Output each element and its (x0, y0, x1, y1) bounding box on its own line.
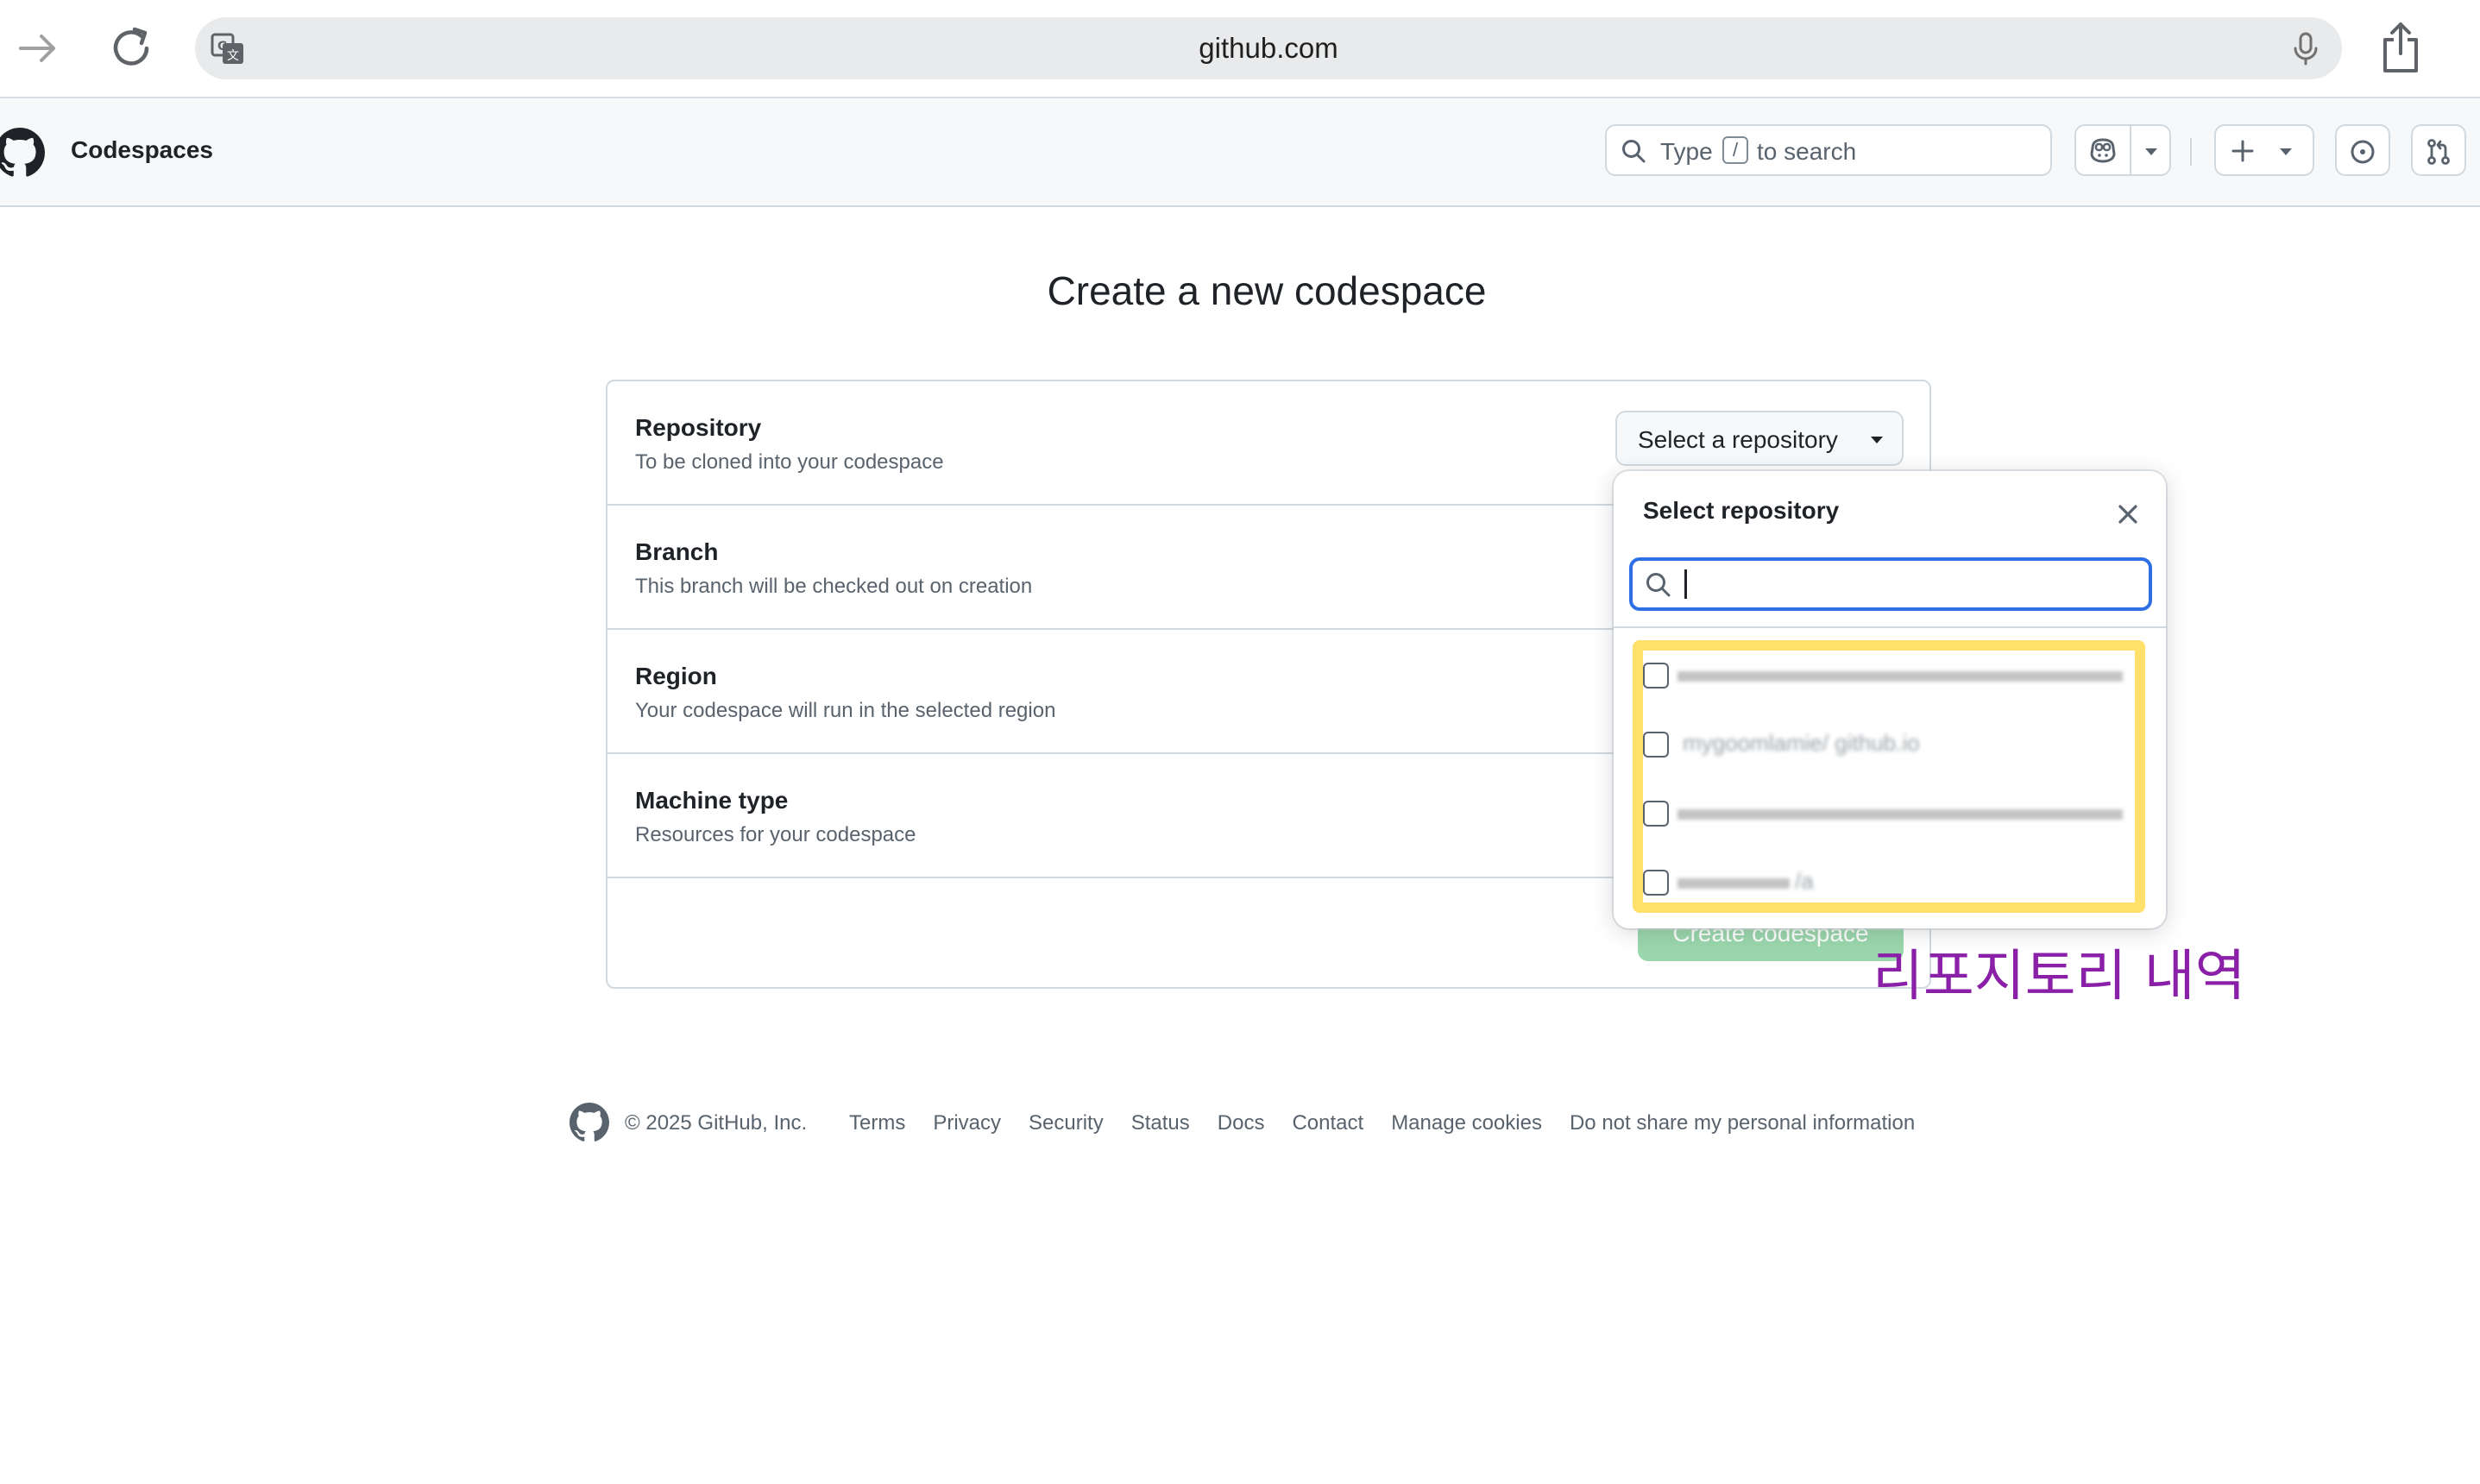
forward-icon[interactable] (16, 26, 60, 71)
footer-link-contact[interactable]: Contact (1292, 1111, 1363, 1135)
github-header: Codespaces Type / to search (0, 98, 2480, 207)
machine-type-label: Machine type (635, 787, 789, 814)
microphone-icon[interactable] (2290, 31, 2321, 66)
footer-link-terms[interactable]: Terms (849, 1111, 905, 1135)
footer-link-status[interactable]: Status (1131, 1111, 1190, 1135)
url-text: github.com (1199, 32, 1338, 64)
pull-request-icon (2427, 139, 2450, 165)
repository-description: To be cloned into your codespace (635, 450, 944, 474)
share-icon[interactable] (2378, 21, 2423, 74)
branch-description: This branch will be checked out on creat… (635, 575, 1033, 598)
page-context-title[interactable]: Codespaces (71, 136, 213, 164)
region-label: Region (635, 663, 717, 689)
footer-copyright: © 2025 GitHub, Inc. (625, 1111, 808, 1135)
address-bar[interactable]: G 文 github.com (195, 17, 2342, 79)
issue-opened-icon (2351, 140, 2375, 164)
select-repository-label: Select a repository (1638, 426, 1838, 453)
repository-label: Repository (635, 414, 762, 441)
create-new-button[interactable] (2214, 124, 2314, 176)
search-placeholder-suffix: to search (1757, 138, 1857, 165)
search-shortcut-key: / (1722, 136, 1748, 164)
select-repository-dropdown: Select repository mygoomlamie/ github.io… (1614, 471, 2166, 928)
reload-icon[interactable] (107, 22, 157, 72)
browser-toolbar: G 文 github.com (0, 0, 2480, 98)
global-search-input[interactable]: Type / to search (1605, 124, 2052, 176)
footer-link-do-not-share[interactable]: Do not share my personal information (1570, 1111, 1915, 1135)
machine-type-description: Resources for your codespace (635, 823, 916, 846)
footer-links: Terms Privacy Security Status Docs Contact Man… (849, 1111, 1942, 1135)
copilot-icon[interactable] (2088, 136, 2118, 164)
dropdown-title: Select repository (1643, 497, 1840, 524)
plus-icon (2231, 140, 2254, 162)
repository-search-input[interactable] (1629, 557, 2152, 611)
pull-requests-button[interactable] (2411, 124, 2466, 176)
issues-button[interactable] (2335, 124, 2390, 176)
chevron-down-icon (1871, 437, 1883, 443)
github-logo-icon[interactable] (570, 1103, 609, 1142)
footer-link-manage-cookies[interactable]: Manage cookies (1391, 1111, 1542, 1135)
highlight-box (1633, 640, 2145, 913)
close-icon[interactable] (2116, 502, 2140, 526)
search-icon (1646, 573, 1671, 597)
github-logo-icon[interactable] (0, 128, 45, 178)
copilot-button-group (2074, 124, 2171, 176)
page-title: Create a new codespace (1047, 268, 1487, 313)
copilot-dropdown-chevron-icon[interactable] (2143, 147, 2159, 157)
dropdown-divider (1614, 626, 2166, 628)
branch-label: Branch (635, 538, 719, 565)
search-placeholder-prefix: Type (1660, 138, 1713, 165)
region-description: Your codespace will run in the selected … (635, 699, 1056, 722)
chevron-down-icon (2280, 148, 2292, 155)
text-cursor (1684, 569, 1687, 599)
header-separator (2190, 138, 2192, 166)
annotation-label: 리포지토리 내역 (1873, 945, 2246, 1009)
select-repository-button[interactable]: Select a repository (1615, 411, 1904, 466)
search-icon (1622, 140, 1646, 163)
footer-link-docs[interactable]: Docs (1218, 1111, 1265, 1135)
footer-link-privacy[interactable]: Privacy (933, 1111, 1001, 1135)
footer-link-security[interactable]: Security (1029, 1111, 1104, 1135)
